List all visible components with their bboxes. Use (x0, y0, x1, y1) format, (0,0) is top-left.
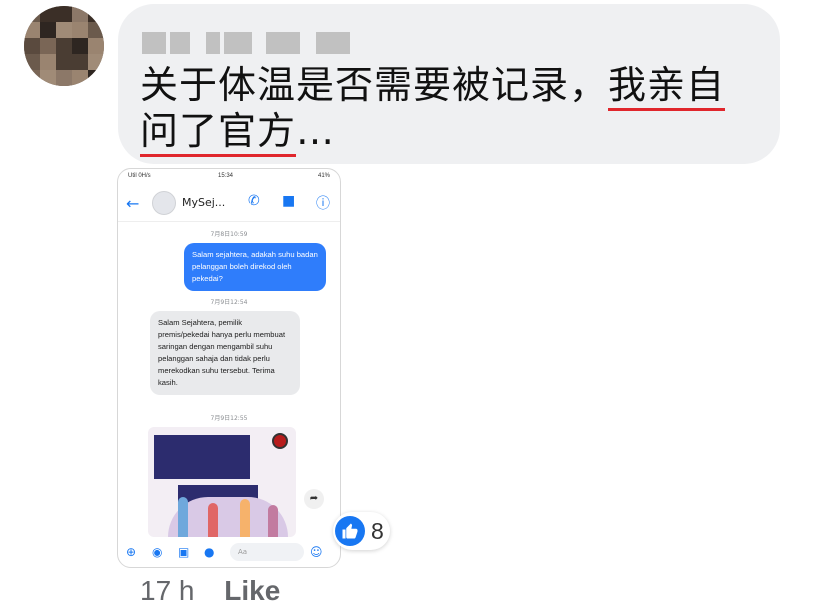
comment-text-tail: … (296, 109, 336, 153)
comment-timestamp[interactable]: 17 h (140, 575, 195, 606)
chat-avatar (152, 191, 176, 215)
avatar-pixel (56, 6, 72, 22)
avatar-pixel (72, 54, 88, 70)
phone-icon: ✆ (248, 193, 260, 209)
image-icon: ▣ (178, 545, 190, 559)
plus-icon: ⊕ (126, 545, 137, 559)
comment-bubble: 关于体温是否需要被记录，我亲自 问了官方… (118, 4, 780, 164)
avatar-pixel (72, 22, 88, 38)
video-icon: ■ (282, 193, 296, 209)
avatar-pixel (88, 22, 104, 38)
avatar-pixel (88, 6, 104, 22)
chat-timestamp: 7月8日10:59 (210, 231, 248, 238)
redacted-name-block (224, 32, 252, 54)
comment-author-name[interactable] (142, 28, 350, 58)
reaction-count: 8 (371, 517, 384, 544)
avatar-pixel (88, 54, 104, 70)
info-poster-image (148, 427, 296, 537)
chat-title: MySej... (182, 196, 226, 209)
status-signal: Util 0H/s (128, 173, 151, 179)
compose-bar: ⊕ ◉ ▣ ● Aa ☺ (118, 539, 340, 567)
share-icon: ➦ (304, 489, 324, 509)
avatar-pixel (56, 70, 72, 86)
chat-header: ← MySej... ✆ ■ ⓘ (118, 185, 340, 222)
camera-icon: ◉ (152, 545, 163, 559)
status-bar: Util 0H/s 15:34 41% (118, 169, 340, 185)
person-figure (178, 497, 188, 537)
thumbs-up-glyph (342, 523, 358, 539)
compose-input: Aa (230, 543, 304, 561)
like-button[interactable]: Like (224, 575, 280, 606)
reaction-summary[interactable]: 8 (333, 512, 390, 550)
attached-screenshot[interactable]: Util 0H/s 15:34 41% ← MySej... ✆ ■ ⓘ 7月8… (117, 168, 341, 568)
redacted-name-block (142, 32, 166, 54)
redacted-name-block (170, 32, 190, 54)
status-battery: 41% (317, 173, 330, 179)
comment-text-underlined: 问了官方 (140, 109, 297, 157)
incoming-message: Salam Sejahtera, pemilik premis/pekedai … (150, 311, 300, 395)
avatar-pixel (72, 70, 88, 86)
info-icon: ⓘ (316, 196, 330, 212)
avatar-pixel (40, 6, 56, 22)
person-figure (208, 503, 218, 537)
outgoing-message: Salam sejahtera, adakah suhu badan pelan… (184, 243, 326, 291)
person-figure (268, 505, 278, 537)
avatar-pixel (40, 70, 56, 86)
avatar-pixel (40, 22, 56, 38)
redacted-name-block (316, 32, 350, 54)
thumbs-up-icon (335, 516, 365, 546)
avatar-pixel (56, 54, 72, 70)
avatar-pixel (24, 38, 40, 54)
avatar-pixel (56, 38, 72, 54)
avatar-pixel (40, 38, 56, 54)
redacted-name-block (206, 32, 220, 54)
avatar-pixel (24, 70, 40, 86)
avatar-pixel (88, 38, 104, 54)
avatar-pixel (72, 38, 88, 54)
chat-timestamp: 7月9日12:54 (210, 299, 248, 306)
emoji-icon: ☺ (310, 545, 323, 559)
avatar-pixel (72, 6, 88, 22)
comment-text-underlined: 我亲自 (608, 63, 726, 111)
person-figure (240, 499, 250, 537)
avatar-pixel (56, 22, 72, 38)
avatar-pixel (24, 22, 40, 38)
avatar-pixel (24, 54, 40, 70)
redacted-name-block (266, 32, 300, 54)
comment-text-plain: 关于体温是否需要被记录， (140, 63, 609, 107)
avatar-pixel (40, 54, 56, 70)
chat-timestamp: 7月9日12:55 (210, 415, 248, 422)
avatar[interactable] (24, 6, 104, 86)
back-arrow-icon: ← (126, 194, 140, 213)
avatar-pixel (24, 6, 40, 22)
comment-footer: 17 h Like (140, 575, 280, 607)
microphone-icon: ● (204, 545, 215, 559)
poster-text-block (154, 435, 250, 479)
status-time: 15:34 (218, 173, 234, 179)
comment-text: 关于体温是否需要被记录，我亲自 问了官方… (140, 62, 760, 157)
logo-icon (272, 433, 288, 449)
avatar-pixel (88, 70, 104, 86)
